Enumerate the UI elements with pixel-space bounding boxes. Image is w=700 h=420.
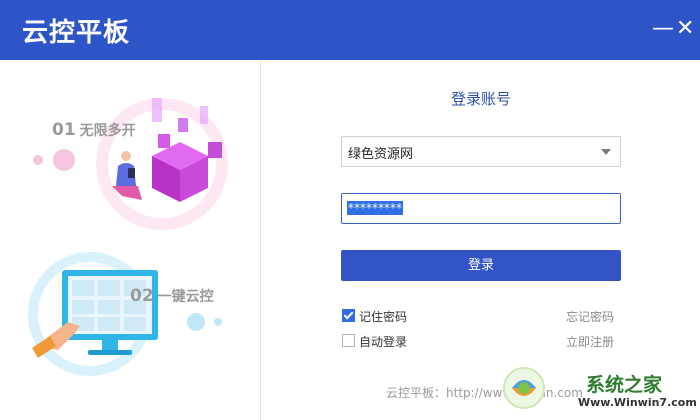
auto-login-label[interactable]: 自动登录 <box>359 333 407 350</box>
feature-pane: 01 无限多开 02 一键云控 <box>0 60 260 420</box>
watermark-logo <box>503 367 545 409</box>
feature-multi-open: 01 无限多开 <box>52 120 136 140</box>
title-bar: 云控平板 — ✕ <box>0 0 700 60</box>
close-button[interactable]: ✕ <box>676 18 694 40</box>
account-value: 绿色资源网 <box>348 147 414 162</box>
login-button[interactable]: 登录 <box>341 250 621 281</box>
account-select[interactable]: 绿色资源网 <box>341 136 621 167</box>
watermark: 系统之家 Www.Winwin7.com <box>496 362 700 420</box>
feature-cloud-control: 02 一键云控 <box>130 286 214 306</box>
chevron-down-icon[interactable] <box>601 149 611 155</box>
auto-login-checkbox[interactable] <box>342 334 355 347</box>
password-field[interactable]: ********* <box>341 193 621 224</box>
remember-password-checkbox[interactable] <box>342 309 355 322</box>
feature-label: 一键云控 <box>157 289 214 305</box>
forgot-password-link[interactable]: 忘记密码 <box>566 308 614 325</box>
app-title: 云控平板 <box>22 18 131 48</box>
watermark-url: Www.Winwin7.com <box>578 396 697 409</box>
check-icon <box>343 309 354 320</box>
password-value: ********* <box>347 201 403 215</box>
feature-number: 01 <box>52 120 76 140</box>
cloud-control-illustration <box>28 252 222 376</box>
login-title: 登录账号 <box>450 90 511 108</box>
pane-divider <box>260 60 261 420</box>
remember-password-label[interactable]: 记住密码 <box>359 308 407 325</box>
watermark-brand: 系统之家 <box>586 374 663 396</box>
register-link[interactable]: 立即注册 <box>566 333 614 350</box>
minimize-button[interactable]: — <box>652 18 674 40</box>
feature-number: 02 <box>130 286 154 306</box>
feature-label: 无限多开 <box>79 123 136 139</box>
multi-instance-illustration <box>33 98 228 230</box>
